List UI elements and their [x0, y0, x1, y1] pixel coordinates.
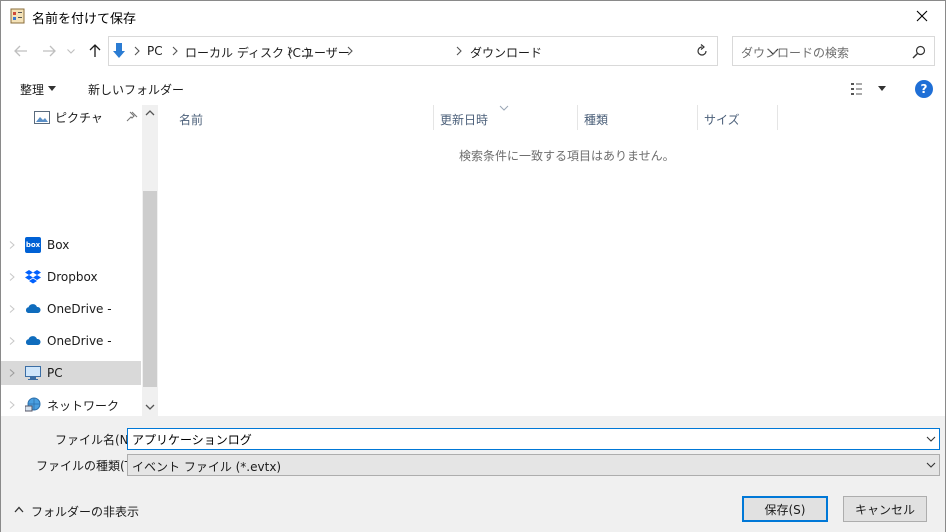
- sidebar-item-pc[interactable]: PC: [1, 361, 141, 385]
- column-header-size[interactable]: サイズ: [704, 105, 740, 130]
- sidebar-item-box[interactable]: box Box: [1, 233, 141, 257]
- sort-indicator-icon: [499, 105, 509, 111]
- organize-button[interactable]: 整理: [20, 81, 44, 98]
- search-placeholder: ダウンロードの検索: [741, 46, 850, 60]
- breadcrumb-pc[interactable]: PC: [147, 44, 163, 58]
- chevron-right-icon: [287, 46, 293, 56]
- sidebar-item-label: ネットワーク: [47, 398, 120, 413]
- arrow-right-icon: [43, 45, 56, 57]
- navigation-pane: ピクチャ box Box Dropbox OneDrive - OneDrive…: [1, 105, 158, 416]
- column-divider[interactable]: [777, 105, 778, 130]
- save-options-pane: ファイル名(N): ファイルの種類(T): イベント ファイル (*.evtx)…: [1, 416, 945, 532]
- column-divider[interactable]: [433, 105, 434, 130]
- chevron-right-icon[interactable]: [9, 401, 15, 409]
- column-header-name[interactable]: 名前: [179, 105, 203, 130]
- sidebar-item-label: OneDrive -: [47, 334, 112, 348]
- column-header-type[interactable]: 種類: [584, 105, 608, 130]
- dropbox-icon: [25, 270, 41, 284]
- sidebar-item-label: Box: [47, 238, 70, 252]
- sidebar-item-label: PC: [47, 366, 63, 380]
- search-box[interactable]: ダウンロードの検索: [732, 36, 935, 66]
- refresh-button[interactable]: [687, 36, 718, 66]
- chevron-right-icon[interactable]: [9, 273, 15, 281]
- close-button[interactable]: [899, 1, 945, 31]
- column-divider[interactable]: [697, 105, 698, 130]
- navigation-bar: PC ローカル ディスク (C:) ユーザー ダウンロード ダウンロードの検索: [1, 34, 945, 68]
- app-icon: [10, 8, 25, 24]
- address-bar[interactable]: PC ローカル ディスク (C:) ユーザー ダウンロード: [108, 36, 779, 66]
- search-icon[interactable]: [912, 45, 926, 59]
- sidebar-item-dropbox[interactable]: Dropbox: [1, 265, 141, 289]
- chevron-right-icon: [347, 46, 353, 56]
- arrow-up-icon: [89, 44, 101, 57]
- box-icon: box: [25, 237, 41, 253]
- pictures-icon: [34, 111, 50, 124]
- sidebar-item-pictures[interactable]: ピクチャ: [1, 105, 141, 129]
- breadcrumb-downloads[interactable]: ダウンロード: [470, 44, 542, 61]
- caret-down-icon[interactable]: [878, 86, 886, 91]
- sidebar-item-label: OneDrive -: [47, 302, 112, 316]
- sidebar-item-onedrive-2[interactable]: OneDrive -: [1, 329, 141, 353]
- close-icon: [916, 10, 928, 22]
- chevron-right-icon[interactable]: [9, 337, 15, 345]
- view-options-icon[interactable]: [851, 83, 867, 95]
- up-button[interactable]: [86, 42, 104, 60]
- filename-input[interactable]: [127, 428, 940, 450]
- filetype-label: ファイルの種類(T):: [36, 459, 141, 473]
- title-bar: 名前を付けて保存: [1, 1, 945, 31]
- scroll-up-icon[interactable]: [145, 109, 155, 117]
- chevron-right-icon[interactable]: [9, 241, 15, 249]
- chevron-down-icon[interactable]: [926, 436, 936, 442]
- chevron-down-icon: [67, 48, 75, 54]
- help-button[interactable]: ?: [915, 80, 933, 98]
- column-divider[interactable]: [577, 105, 578, 130]
- back-button[interactable]: [12, 42, 30, 60]
- refresh-icon: [697, 44, 707, 56]
- cancel-button[interactable]: キャンセル: [843, 496, 927, 522]
- dialog-title: 名前を付けて保存: [32, 12, 137, 27]
- arrow-left-icon: [14, 45, 27, 57]
- chevron-right-icon[interactable]: [9, 305, 15, 313]
- scroll-down-icon[interactable]: [145, 403, 155, 411]
- chevron-right-icon: [172, 46, 178, 56]
- chevron-up-icon[interactable]: [14, 506, 24, 513]
- chevron-down-icon[interactable]: [926, 462, 936, 468]
- sidebar-item-network[interactable]: ネットワーク: [1, 393, 141, 416]
- forward-button[interactable]: [40, 42, 58, 60]
- breadcrumb-users[interactable]: ユーザー: [302, 44, 350, 61]
- filename-label: ファイル名(N):: [55, 433, 138, 447]
- caret-down-icon: [48, 86, 56, 91]
- empty-results-message: 検索条件に一致する項目はありません。: [459, 149, 675, 163]
- save-button[interactable]: 保存(S): [742, 496, 828, 522]
- chevron-right-icon[interactable]: [9, 369, 15, 377]
- onedrive-icon: [25, 336, 41, 345]
- new-folder-button[interactable]: 新しいフォルダー: [88, 81, 184, 98]
- file-list: 名前 更新日時 種類 サイズ 検索条件に一致する項目はありません。: [159, 105, 945, 416]
- pc-icon: [25, 366, 41, 380]
- onedrive-icon: [25, 304, 41, 313]
- command-bar: 整理 新しいフォルダー ?: [1, 74, 945, 104]
- chevron-right-icon: [134, 46, 140, 56]
- pin-icon[interactable]: [126, 111, 138, 123]
- sidebar-item-label: ピクチャ: [55, 110, 103, 125]
- filetype-select[interactable]: イベント ファイル (*.evtx): [127, 454, 940, 476]
- recent-locations-button[interactable]: [65, 42, 77, 60]
- download-folder-icon: [113, 43, 125, 58]
- column-header-date[interactable]: 更新日時: [440, 105, 488, 130]
- network-icon: [25, 397, 41, 412]
- sidebar-item-label: Dropbox: [47, 270, 98, 284]
- hide-folders-button[interactable]: フォルダーの非表示: [31, 503, 139, 520]
- scrollbar-thumb[interactable]: [143, 191, 157, 387]
- sidebar-item-onedrive-1[interactable]: OneDrive -: [1, 297, 141, 321]
- chevron-right-icon: [456, 46, 462, 56]
- save-as-dialog: 名前を付けて保存 PC ローカル ディスク (C:) ユーザー ダウンロード ダ…: [0, 0, 946, 532]
